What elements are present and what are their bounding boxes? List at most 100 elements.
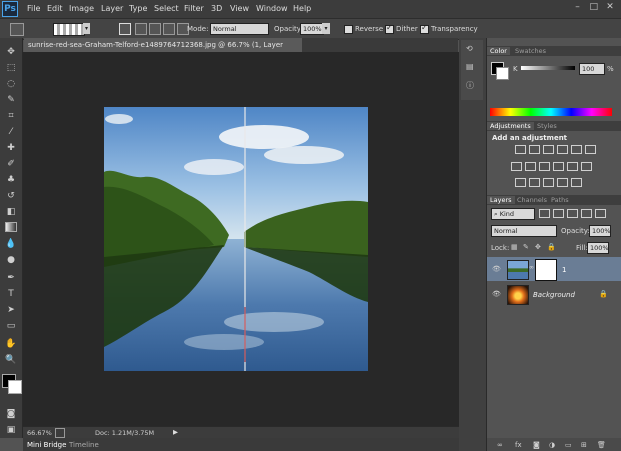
lock-position-icon[interactable]: ✥ bbox=[535, 243, 541, 251]
chain-link-icon[interactable]: ∞ bbox=[529, 264, 534, 271]
layer-style-icon[interactable]: fx bbox=[515, 441, 522, 449]
layer-row-background[interactable]: 👁 Background 🔒 bbox=[487, 282, 621, 306]
color-spectrum[interactable] bbox=[490, 108, 612, 116]
history-brush-tool-icon[interactable]: ↺ bbox=[4, 190, 18, 202]
photo-filter-icon[interactable] bbox=[553, 162, 564, 171]
menu-file[interactable]: File bbox=[27, 4, 40, 13]
color-slider[interactable] bbox=[521, 66, 575, 70]
angle-gradient-icon[interactable] bbox=[149, 23, 161, 35]
adjustment-filter-icon[interactable] bbox=[553, 209, 564, 218]
chevron-down-icon[interactable]: ▾ bbox=[322, 23, 330, 34]
menu-type[interactable]: Type bbox=[129, 4, 147, 13]
menu-image[interactable]: Image bbox=[69, 4, 94, 13]
quick-select-tool-icon[interactable]: ✎ bbox=[4, 94, 18, 106]
add-mask-icon[interactable]: ◙ bbox=[533, 441, 540, 449]
curves-icon[interactable] bbox=[543, 145, 554, 154]
vibrance-icon[interactable] bbox=[571, 145, 582, 154]
layer-row-1[interactable]: 👁 ∞ 1 bbox=[487, 257, 621, 281]
info-icon[interactable]: ⓘ bbox=[466, 80, 474, 91]
new-adjustment-icon[interactable]: ◑ bbox=[549, 441, 555, 449]
document-tab[interactable]: sunrise-red-sea-Graham-Telford-e14897647… bbox=[24, 38, 302, 63]
link-layers-icon[interactable]: ∞ bbox=[497, 441, 503, 449]
brightness-contrast-icon[interactable] bbox=[515, 145, 526, 154]
reflected-gradient-icon[interactable] bbox=[163, 23, 175, 35]
blur-tool-icon[interactable]: 💧 bbox=[4, 238, 18, 250]
eraser-tool-icon[interactable]: ◧ bbox=[4, 206, 18, 218]
tab-adjustments[interactable]: Adjustments bbox=[487, 122, 534, 130]
tab-timeline[interactable]: Timeline bbox=[69, 441, 99, 449]
linear-gradient-icon[interactable] bbox=[119, 23, 131, 35]
invert-icon[interactable] bbox=[515, 178, 526, 187]
shape-filter-icon[interactable] bbox=[581, 209, 592, 218]
color-balance-icon[interactable] bbox=[525, 162, 536, 171]
tab-channels[interactable]: Channels bbox=[517, 196, 547, 204]
posterize-icon[interactable] bbox=[529, 178, 540, 187]
zoom-tool-icon[interactable]: 🔍 bbox=[4, 354, 18, 366]
transparency-checkbox[interactable]: ✓ bbox=[420, 23, 429, 34]
crop-tool-icon[interactable]: ⌗ bbox=[4, 110, 18, 122]
chevron-down-icon[interactable]: ▾ bbox=[83, 23, 90, 34]
history-icon[interactable]: ⟲ bbox=[466, 44, 473, 53]
fill-field[interactable]: 100% bbox=[587, 242, 609, 254]
play-icon[interactable]: ▶ bbox=[173, 428, 178, 436]
maximize-button[interactable]: □ bbox=[587, 2, 601, 12]
properties-icon[interactable]: ▤ bbox=[466, 62, 474, 71]
pixel-filter-icon[interactable] bbox=[539, 209, 550, 218]
reverse-checkbox[interactable] bbox=[344, 25, 353, 34]
type-filter-icon[interactable] bbox=[567, 209, 578, 218]
lock-transparent-icon[interactable]: ▦ bbox=[511, 243, 518, 251]
minimize-button[interactable]: – bbox=[571, 2, 585, 12]
tab-swatches[interactable]: Swatches bbox=[515, 47, 546, 55]
new-layer-icon[interactable]: ⊞ bbox=[581, 441, 587, 449]
healing-brush-tool-icon[interactable]: ✚ bbox=[4, 142, 18, 154]
exposure-icon[interactable] bbox=[557, 145, 568, 154]
dodge-tool-icon[interactable]: ● bbox=[4, 254, 18, 266]
gradient-tool-icon[interactable] bbox=[4, 222, 18, 234]
tab-layers[interactable]: Layers bbox=[487, 196, 515, 204]
color-lookup-icon[interactable] bbox=[581, 162, 592, 171]
selective-color-icon[interactable] bbox=[557, 178, 568, 187]
tab-color[interactable]: Color bbox=[487, 47, 510, 55]
menu-layer[interactable]: Layer bbox=[101, 4, 123, 13]
menu-select[interactable]: Select bbox=[154, 4, 179, 13]
layer-mask-thumbnail[interactable] bbox=[535, 259, 557, 281]
trash-icon[interactable]: 🗑 bbox=[597, 441, 606, 449]
color-value-field[interactable]: 100 bbox=[579, 63, 605, 75]
zoom-level[interactable]: 66.67% bbox=[27, 429, 52, 437]
menu-edit[interactable]: Edit bbox=[47, 4, 63, 13]
clone-stamp-tool-icon[interactable]: ♣ bbox=[4, 174, 18, 186]
quick-mask-icon[interactable]: ◙ bbox=[4, 408, 18, 420]
menu-3d[interactable]: 3D bbox=[211, 4, 222, 13]
threshold-icon[interactable] bbox=[543, 178, 554, 187]
menu-help[interactable]: Help bbox=[293, 4, 311, 13]
status-icon[interactable] bbox=[55, 428, 65, 438]
hue-saturation-icon[interactable] bbox=[511, 162, 522, 171]
marquee-tool-icon[interactable]: ⬚ bbox=[4, 62, 18, 74]
menu-filter[interactable]: Filter bbox=[184, 4, 204, 13]
channel-mixer-icon[interactable] bbox=[567, 162, 578, 171]
rectangle-tool-icon[interactable]: ▭ bbox=[4, 320, 18, 332]
move-tool-icon[interactable]: ✥ bbox=[4, 46, 18, 58]
menu-window[interactable]: Window bbox=[256, 4, 288, 13]
hand-tool-icon[interactable]: ✋ bbox=[4, 338, 18, 350]
blend-mode-select[interactable]: Normal bbox=[491, 225, 557, 237]
layer-filter-select[interactable]: ⌕ Kind bbox=[491, 208, 535, 220]
close-button[interactable]: ✕ bbox=[603, 2, 617, 12]
screen-mode-icon[interactable]: ▣ bbox=[4, 424, 18, 436]
background-color-swatch[interactable] bbox=[496, 67, 509, 80]
opacity-field[interactable]: 100% bbox=[300, 23, 324, 35]
menu-view[interactable]: View bbox=[230, 4, 249, 13]
tab-paths[interactable]: Paths bbox=[551, 196, 569, 204]
document-canvas[interactable] bbox=[104, 107, 368, 371]
dither-checkbox[interactable]: ✓ bbox=[385, 23, 394, 34]
brush-tool-icon[interactable]: ✐ bbox=[4, 158, 18, 170]
tab-styles[interactable]: Styles bbox=[537, 122, 557, 130]
pen-tool-icon[interactable]: ✒ bbox=[4, 272, 18, 284]
smart-object-filter-icon[interactable] bbox=[595, 209, 606, 218]
lasso-tool-icon[interactable]: ◌ bbox=[4, 78, 18, 90]
gradient-picker[interactable] bbox=[53, 23, 85, 36]
layer-name[interactable]: Background bbox=[533, 291, 575, 299]
new-group-icon[interactable]: ▭ bbox=[565, 441, 572, 449]
gradient-fill-icon[interactable] bbox=[571, 178, 582, 187]
mode-select[interactable]: Normal bbox=[210, 23, 269, 35]
